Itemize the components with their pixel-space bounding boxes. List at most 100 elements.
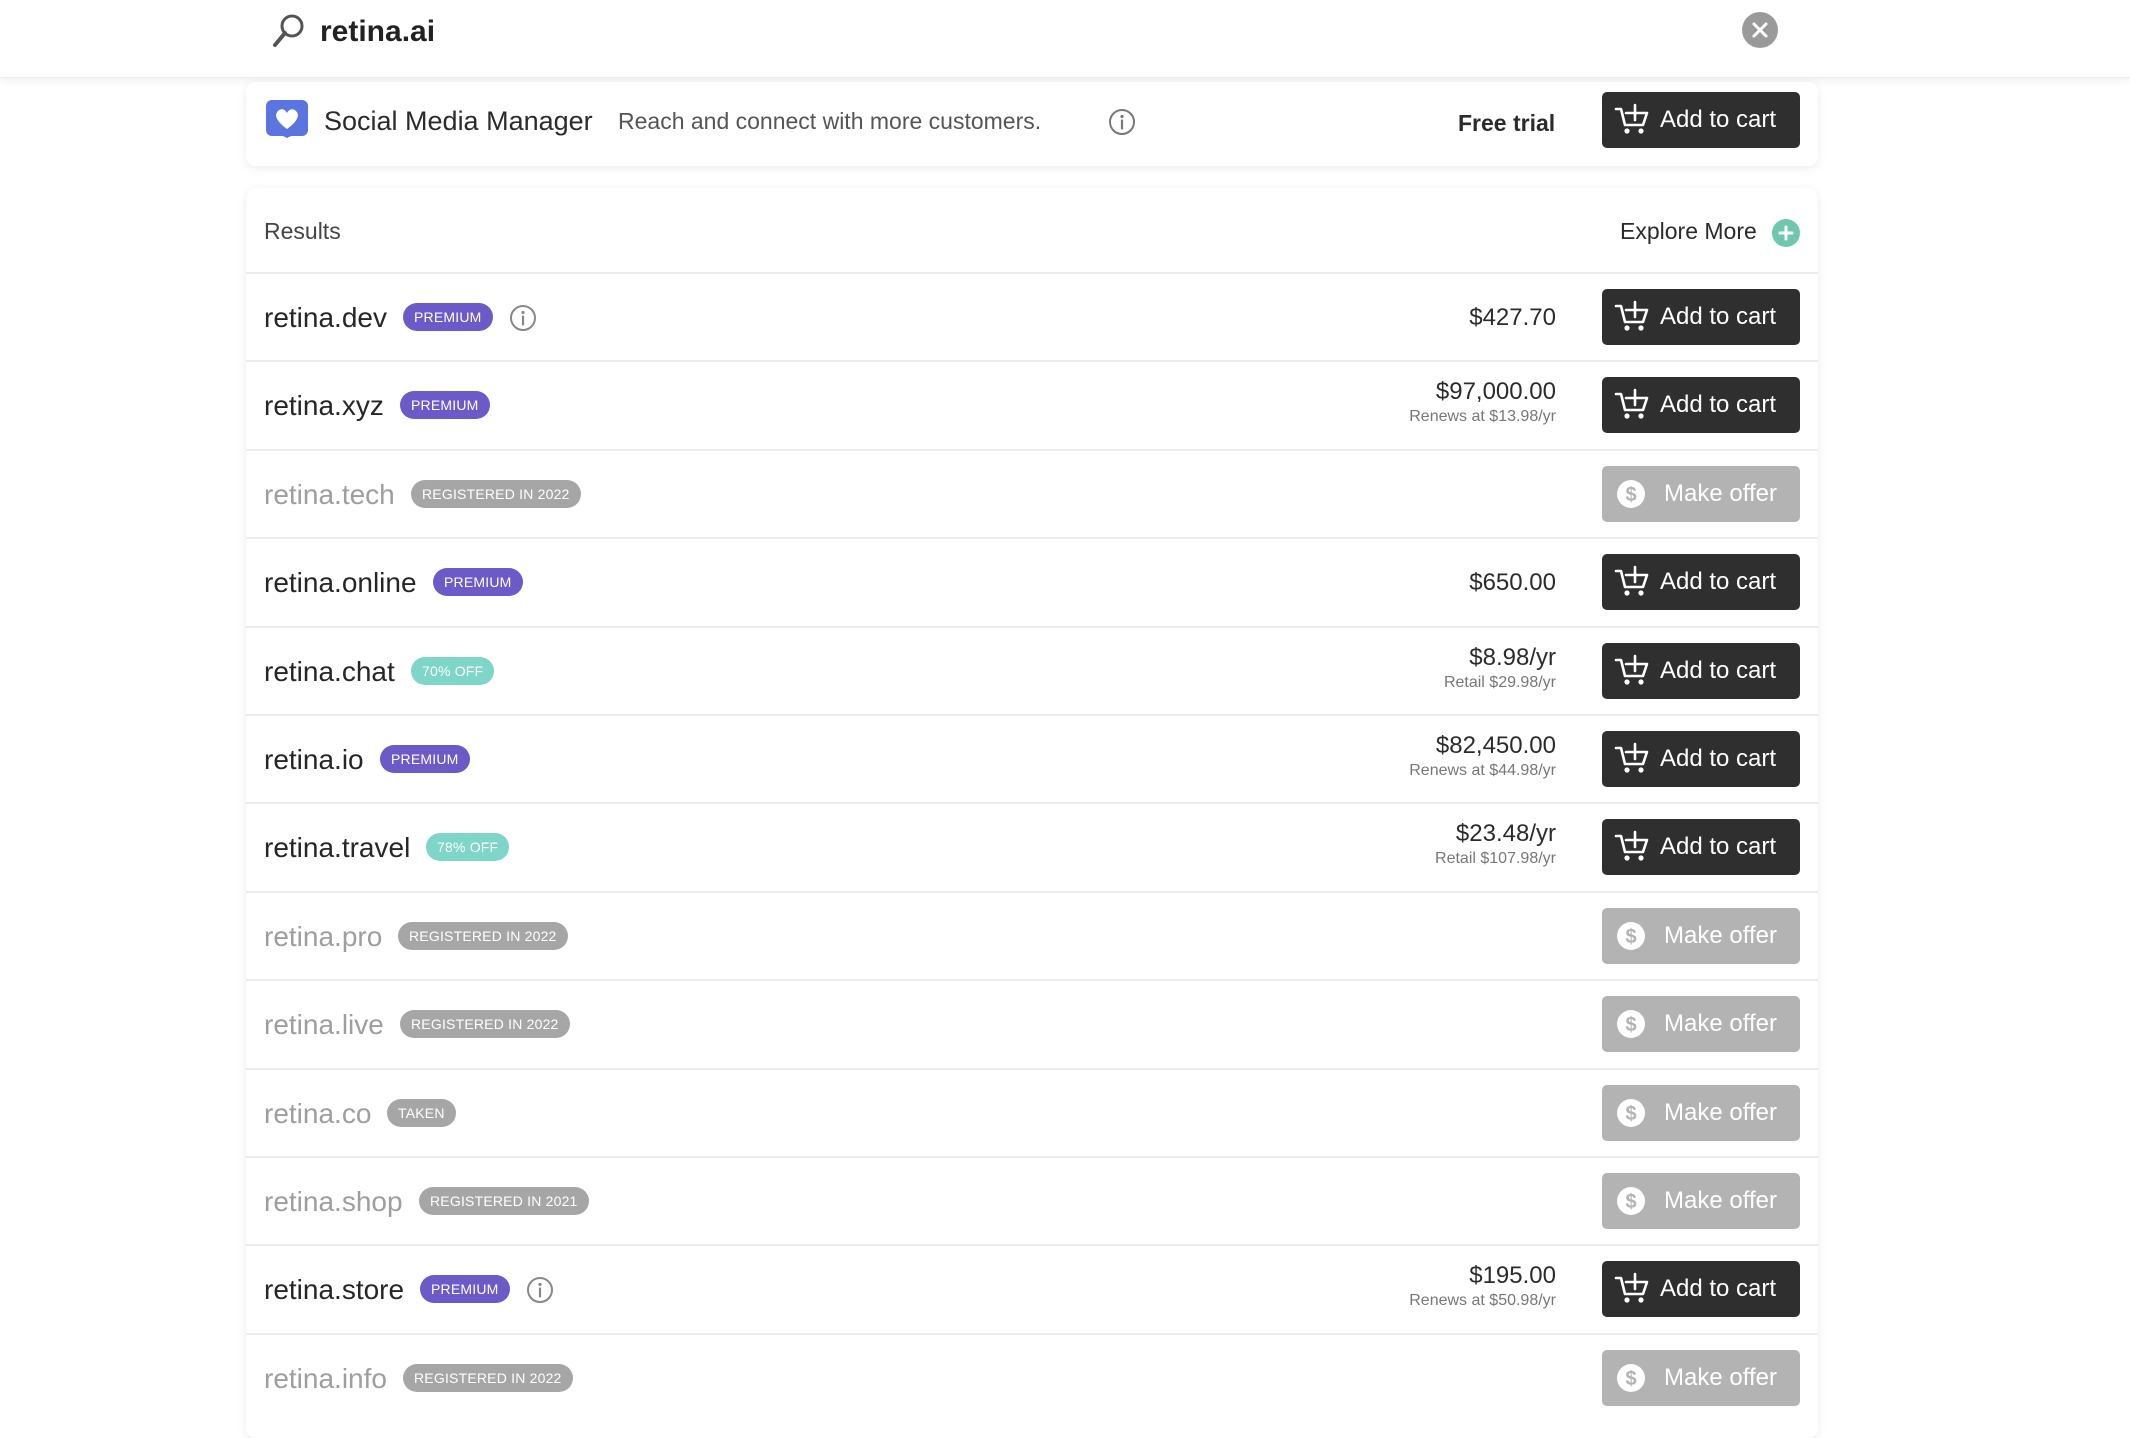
result-row: retina.pro REGISTERED IN 2022 $ Make offer [246, 890, 1818, 979]
dollar-icon: $ [1617, 921, 1645, 950]
status-badge: REGISTERED IN 2021 [419, 1187, 589, 1215]
explore-more-button[interactable] [1772, 219, 1800, 247]
promo-title: Social Media Manager [324, 106, 593, 136]
heart-icon [266, 100, 308, 138]
add-to-cart-label: Add to cart [1660, 1275, 1777, 1303]
result-row: retina.dev PREMIUM $427.70 Add to cart [246, 272, 1818, 360]
make-offer-button[interactable]: $ Make offer [1602, 1084, 1800, 1141]
status-badge: PREMIUM [420, 1275, 510, 1304]
status-badge: TAKEN [387, 1098, 456, 1127]
dollar-icon: $ [1617, 1098, 1645, 1127]
search-input[interactable]: retina.ai [320, 14, 435, 50]
add-to-cart-button[interactable]: Add to cart [1602, 289, 1800, 345]
cart-plus-icon [1614, 300, 1649, 331]
add-to-cart-label: Add to cart [1660, 745, 1777, 772]
cart-plus-icon [1614, 389, 1649, 419]
make-offer-button[interactable]: $ Make offer [1602, 996, 1800, 1053]
cart-plus-icon [1614, 654, 1649, 685]
result-row: retina.store PREMIUM $195.00 Renews at $50.… [246, 1244, 1818, 1332]
price: $82,450.00 [1435, 732, 1556, 759]
domain-name[interactable]: retina.info [264, 1363, 387, 1395]
cart-plus-icon [1614, 742, 1649, 773]
result-row: retina.shop REGISTERED IN 2021 $ Make offer [246, 1156, 1818, 1244]
price: $195.00 [1469, 1262, 1556, 1290]
add-to-cart-label: Add to cart [1660, 656, 1777, 684]
cart-plus-icon [1614, 565, 1649, 596]
price: $8.98/yr [1469, 643, 1556, 671]
add-to-cart-label: Add to cart [1660, 833, 1777, 861]
status-badge: REGISTERED IN 2022 [400, 1010, 570, 1039]
price: $650.00 [1469, 569, 1556, 597]
domain-name[interactable]: retina.xyz [264, 390, 384, 422]
result-row: retina.travel 78% OFF $23.48/yr Retail $107… [246, 802, 1818, 890]
info-icon[interactable] [509, 304, 537, 332]
results-title: Results [264, 218, 341, 244]
svg-text:$: $ [1625, 926, 1636, 948]
add-to-cart-label: Add to cart [1660, 568, 1777, 596]
search-icon [273, 14, 304, 47]
result-row: retina.co TAKEN $ Make offer [246, 1067, 1818, 1156]
domain-name[interactable]: retina.pro [264, 921, 382, 953]
add-to-cart-label: Add to cart [1660, 391, 1777, 419]
promo-price: Free trial [1458, 110, 1556, 136]
svg-text:$: $ [1625, 1014, 1636, 1036]
make-offer-button[interactable]: $ Make offer [1602, 907, 1800, 964]
status-badge: PREMIUM [400, 391, 490, 420]
make-offer-label: Make offer [1664, 921, 1777, 949]
result-row: retina.io PREMIUM $82,450.00 Renews at $44.… [246, 714, 1818, 802]
make-offer-label: Make offer [1664, 1010, 1777, 1038]
status-badge: REGISTERED IN 2022 [398, 921, 568, 950]
price-note: Retail $107.98/yr [1435, 850, 1556, 868]
promo-description: Reach and connect with more customers. [618, 108, 1042, 134]
add-to-cart-label: Add to cart [1660, 106, 1777, 133]
price-note: Retail $29.98/yr [1443, 673, 1556, 691]
add-to-cart-button[interactable]: Add to cart [1602, 642, 1800, 699]
domain-name[interactable]: retina.store [264, 1274, 404, 1306]
svg-text:$: $ [1625, 1103, 1636, 1125]
cart-plus-icon [1614, 831, 1649, 861]
domain-name[interactable]: retina.online [264, 567, 417, 599]
domain-name[interactable]: retina.travel [264, 832, 410, 864]
dollar-icon: $ [1617, 479, 1645, 508]
price: $23.48/yr [1455, 820, 1556, 848]
result-row: retina.tech REGISTERED IN 2022 $ Make offer [246, 448, 1818, 537]
cart-plus-icon [1614, 103, 1649, 134]
plus-icon [1778, 225, 1794, 241]
result-row: retina.info REGISTERED IN 2022 $ Make offer [246, 1332, 1818, 1421]
search-bar: retina.ai [0, 0, 2130, 78]
price: $97,000.00 [1435, 378, 1556, 406]
cart-plus-icon [1614, 1273, 1649, 1303]
make-offer-label: Make offer [1664, 1098, 1777, 1126]
dollar-icon: $ [1617, 1363, 1645, 1392]
domain-name[interactable]: retina.io [264, 744, 364, 776]
add-to-cart-button[interactable]: Add to cart [1602, 554, 1800, 611]
make-offer-button[interactable]: $ Make offer [1602, 1349, 1800, 1406]
make-offer-button[interactable]: $ Make offer [1602, 1173, 1800, 1229]
domain-name[interactable]: retina.co [264, 1098, 371, 1130]
svg-text:$: $ [1625, 484, 1636, 506]
add-to-cart-label: Add to cart [1660, 303, 1777, 330]
add-to-cart-button[interactable]: Add to cart [1602, 731, 1800, 787]
add-to-cart-button[interactable]: Add to cart [1602, 819, 1800, 876]
make-offer-label: Make offer [1664, 479, 1777, 507]
domain-name[interactable]: retina.shop [264, 1186, 403, 1218]
dollar-icon: $ [1617, 1187, 1645, 1215]
info-icon[interactable] [1108, 108, 1136, 136]
add-to-cart-button[interactable]: Add to cart [1602, 377, 1800, 434]
price-note: Renews at $44.98/yr [1409, 762, 1556, 779]
domain-name[interactable]: retina.tech [264, 479, 395, 511]
result-row: retina.chat 70% OFF $8.98/yr Retail $29.98/… [246, 625, 1818, 714]
add-to-cart-button[interactable]: Add to cart [1602, 92, 1800, 148]
dollar-icon: $ [1617, 1010, 1645, 1039]
add-to-cart-button[interactable]: Add to cart [1602, 1261, 1800, 1318]
info-icon[interactable] [526, 1276, 554, 1304]
make-offer-button[interactable]: $ Make offer [1602, 465, 1800, 522]
price: $427.70 [1469, 304, 1556, 331]
domain-name[interactable]: retina.dev [264, 302, 387, 334]
domain-name[interactable]: retina.chat [264, 656, 395, 688]
domain-name[interactable]: retina.live [264, 1009, 384, 1041]
clear-search-button[interactable] [1742, 12, 1778, 48]
explore-more-link[interactable]: Explore More [1620, 218, 1757, 245]
price-note: Renews at $50.98/yr [1409, 1292, 1556, 1310]
promo-card: Social Media Manager Reach and connect w… [246, 82, 1818, 166]
